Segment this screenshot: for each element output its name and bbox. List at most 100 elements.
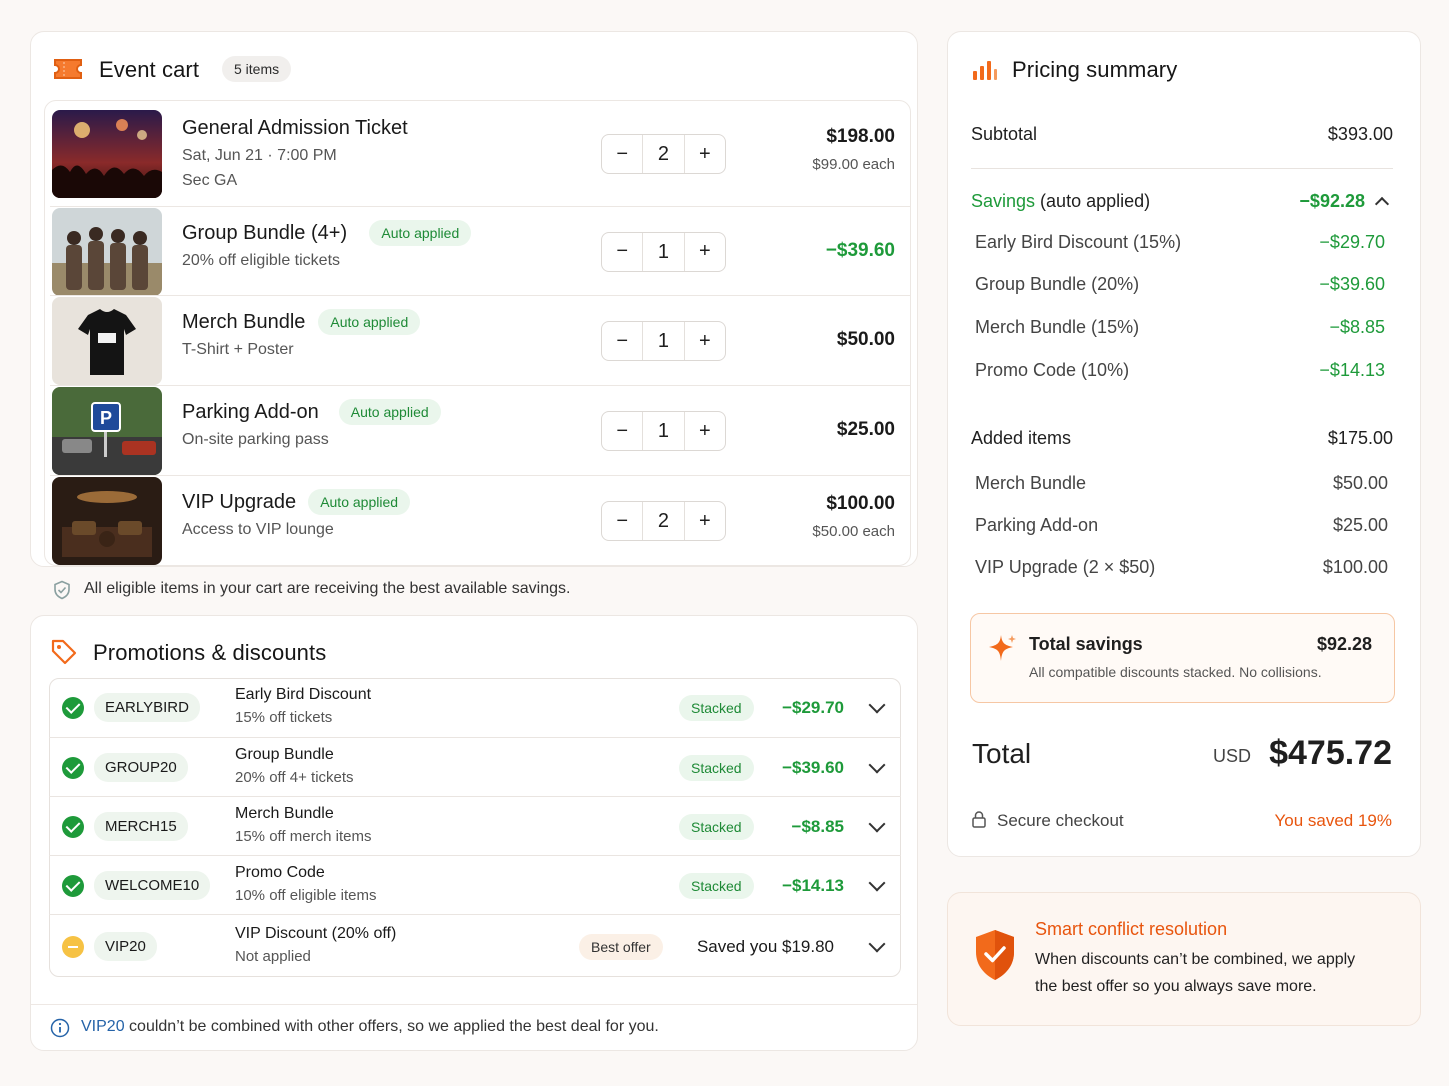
promo-amount: −$14.13 xyxy=(782,875,844,895)
cart-item-general-admission-ticket: General Admission Ticket Sat, Jun 21 · 7:… xyxy=(44,101,911,207)
total-savings-value: $92.28 xyxy=(1316,634,1372,654)
tag-icon xyxy=(50,638,78,671)
item-detail: T-Shirt + Poster xyxy=(182,341,294,358)
item-name: General Admission Ticket xyxy=(182,117,408,139)
item-detail: Access to VIP lounge xyxy=(182,521,334,538)
promo-description: 15% off merch items xyxy=(235,827,372,845)
added-items-label: Added items xyxy=(971,428,1072,448)
chevron-down-icon[interactable] xyxy=(868,815,886,832)
promo-name: Group Bundle xyxy=(235,745,334,763)
increment-button[interactable]: + xyxy=(685,510,725,533)
added-line-merch-bundle: Merch Bundle $50.00 xyxy=(975,473,1388,494)
quantity-stepper[interactable]: − 2 + xyxy=(601,134,726,174)
best-offer-badge: Best offer xyxy=(579,933,663,960)
quantity-stepper[interactable]: − 1 + xyxy=(601,321,726,361)
promo-footer-text: couldn’t be combined with other offers, … xyxy=(124,1018,659,1035)
you-saved-label: You saved 19% xyxy=(1274,811,1392,830)
item-detail: On-site parking pass xyxy=(182,431,329,448)
added-line-label: VIP Upgrade (2 × $50) xyxy=(975,557,1156,577)
increment-button[interactable]: + xyxy=(685,240,725,263)
increment-button[interactable]: + xyxy=(685,330,725,353)
savings-label: Savings (auto applied) xyxy=(971,191,1150,211)
savings-line-early-bird-discount-15: Early Bird Discount (15%) −$29.70 xyxy=(975,232,1385,253)
item-price: $198.00 xyxy=(826,126,895,147)
check-circle-icon xyxy=(62,756,84,779)
promo-code-chip: WELCOME10 xyxy=(94,870,211,900)
ticket-icon xyxy=(52,57,84,86)
promo-name: Early Bird Discount xyxy=(235,685,372,703)
chevron-up-icon[interactable] xyxy=(1374,196,1390,212)
conflict-body-line2: the best offer so you always save more. xyxy=(1035,978,1317,995)
total-value: $475.72 xyxy=(1269,734,1392,772)
item-unit-price: $50.00 each xyxy=(812,523,895,540)
item-price: $100.00 xyxy=(826,493,895,514)
promo-code-chip: EARLYBIRD xyxy=(94,692,200,722)
promo-amount: −$8.85 xyxy=(791,816,844,836)
total-savings-box xyxy=(970,613,1395,703)
group-of-people-photo xyxy=(52,207,162,296)
increment-button[interactable]: + xyxy=(685,420,725,443)
quantity-stepper[interactable]: − 1 + xyxy=(601,411,726,451)
subtotal-value: $393.00 xyxy=(1327,124,1393,144)
item-detail-2: Sec GA xyxy=(182,172,238,189)
savings-line-value: −$8.85 xyxy=(1329,317,1385,337)
savings-header-row[interactable]: Savings (auto applied) −$92.28 xyxy=(971,191,1393,215)
added-line-value: $100.00 xyxy=(1322,557,1388,577)
quantity-value[interactable]: 1 xyxy=(642,322,685,360)
chevron-down-icon[interactable] xyxy=(868,756,886,773)
savings-label-suffix: (auto applied) xyxy=(1035,191,1151,211)
savings-line-label: Promo Code (10%) xyxy=(975,360,1130,380)
savings-line-value: −$14.13 xyxy=(1319,360,1385,380)
total-currency: USD xyxy=(1213,746,1252,766)
minus-circle-icon xyxy=(62,935,84,958)
promo-footer-divider xyxy=(31,1004,917,1005)
savings-line-label: Group Bundle (20%) xyxy=(975,274,1140,294)
stacked-badge: Stacked xyxy=(679,754,754,781)
chevron-down-icon[interactable] xyxy=(868,935,886,952)
conflict-title: Smart conflict resolution xyxy=(1035,919,1228,939)
chevron-down-icon[interactable] xyxy=(868,874,886,891)
vip-lounge-photo xyxy=(52,477,162,565)
savings-line-label: Early Bird Discount (15%) xyxy=(975,232,1182,252)
secure-checkout-label: Secure checkout xyxy=(997,811,1124,830)
cart-title: Event cart xyxy=(99,57,200,82)
promo-row-merch15[interactable]: MERCH15 Merch Bundle 15% off merch items St… xyxy=(49,796,901,855)
promo-name: Promo Code xyxy=(235,863,325,881)
savings-value: −$92.28 xyxy=(1299,191,1365,211)
decrement-button[interactable]: − xyxy=(602,510,642,533)
item-name: Parking Add-on xyxy=(182,401,319,423)
promo-row-vip20[interactable]: VIP20 VIP Discount (20% off) Not applied Be… xyxy=(49,914,901,977)
added-line-value: $50.00 xyxy=(1332,473,1388,493)
decrement-button[interactable]: − xyxy=(602,143,642,166)
promo-footer-note: VIP20 couldn’t be combined with other of… xyxy=(81,1018,659,1036)
quantity-stepper[interactable]: − 2 + xyxy=(601,501,726,541)
promo-footer-code[interactable]: VIP20 xyxy=(81,1018,125,1035)
quantity-value[interactable]: 2 xyxy=(642,135,685,173)
decrement-button[interactable]: − xyxy=(602,240,642,263)
item-price: $25.00 xyxy=(836,419,895,440)
added-line-value: $25.00 xyxy=(1332,515,1388,535)
decrement-button[interactable]: − xyxy=(602,420,642,443)
chevron-down-icon[interactable] xyxy=(868,696,886,713)
total-savings-note: All compatible discounts stacked. No col… xyxy=(1029,664,1322,680)
decrement-button[interactable]: − xyxy=(602,330,642,353)
promo-description: 10% off eligible items xyxy=(235,886,377,904)
increment-button[interactable]: + xyxy=(685,143,725,166)
promo-row-group20[interactable]: GROUP20 Group Bundle 20% off 4+ tickets Sta… xyxy=(49,737,901,796)
item-price: −$39.60 xyxy=(825,239,895,261)
promo-name: Merch Bundle xyxy=(235,804,334,822)
cart-item-parking-add-on: P Parking Add-on Auto applied On-site parki… xyxy=(44,386,911,476)
stacked-badge: Stacked xyxy=(679,694,754,721)
promo-row-earlybird[interactable]: EARLYBIRD Early Bird Discount 15% off tick… xyxy=(49,678,901,737)
parking-sign-photo: P xyxy=(52,387,162,475)
promo-row-welcome10[interactable]: WELCOME10 Promo Code 10% off eligible item… xyxy=(49,855,901,914)
concert-crowd-photo xyxy=(52,110,162,198)
quantity-value[interactable]: 1 xyxy=(642,412,685,450)
quantity-value[interactable]: 2 xyxy=(642,502,685,540)
summary-divider xyxy=(971,168,1393,169)
stacked-badge: Stacked xyxy=(679,813,754,840)
conflict-body-line1: When discounts can’t be combined, we app… xyxy=(1035,951,1356,968)
quantity-stepper[interactable]: − 1 + xyxy=(601,231,726,272)
quantity-value[interactable]: 1 xyxy=(642,232,685,271)
promo-description: 15% off tickets xyxy=(235,708,333,726)
